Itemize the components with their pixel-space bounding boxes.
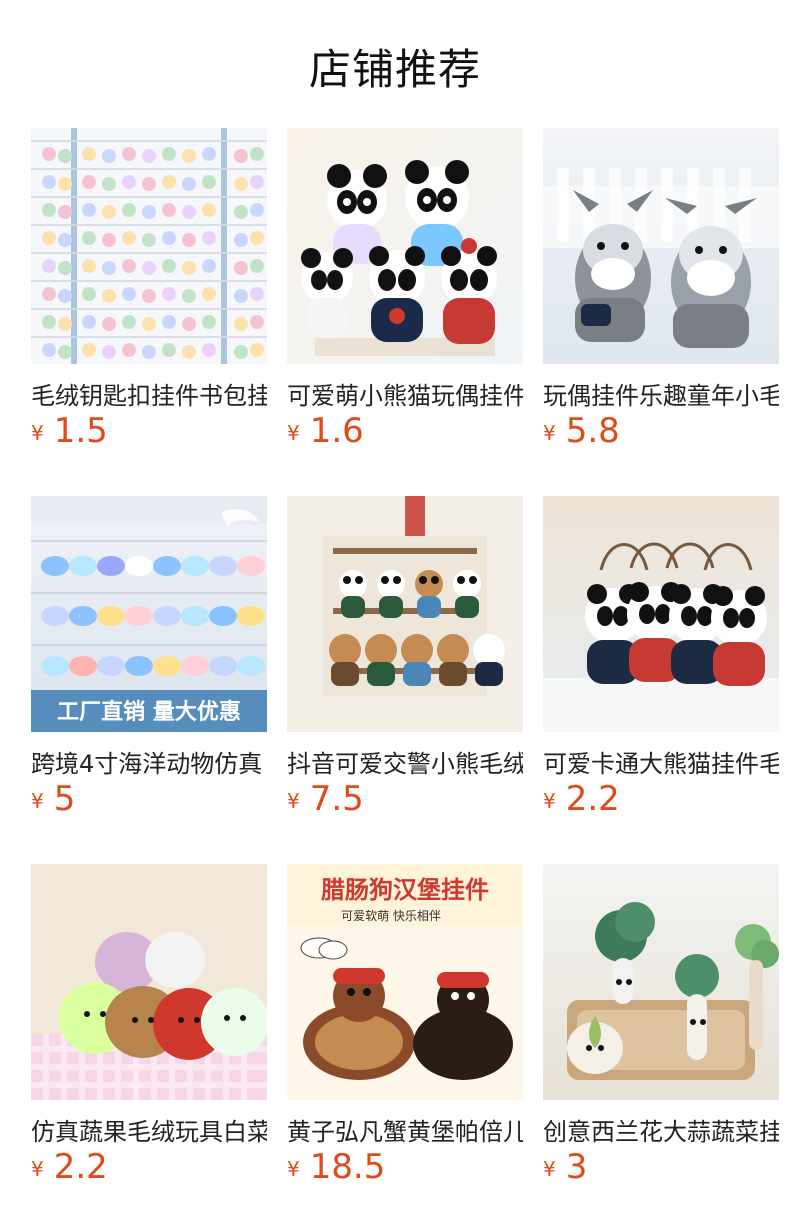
product-name[interactable]: 跨境4寸海洋动物仿真 bbox=[31, 744, 267, 779]
product-image[interactable] bbox=[543, 496, 779, 732]
currency-symbol: ¥ bbox=[543, 789, 556, 813]
product-image[interactable] bbox=[543, 864, 779, 1100]
currency-symbol: ¥ bbox=[543, 421, 556, 445]
promo-banner-text: 工厂直销 量大优惠 bbox=[57, 699, 241, 725]
price-value: 5.8 bbox=[565, 411, 620, 451]
product-card[interactable]: 可爱卡通大熊猫挂件毛绒 ¥ 2.2 bbox=[543, 496, 779, 816]
product-card[interactable]: 玩偶挂件乐趣童年小毛驴 ¥ 5.8 bbox=[543, 128, 779, 448]
currency-symbol: ¥ bbox=[287, 1157, 300, 1181]
product-name[interactable]: 抖音可爱交警小熊毛绒 bbox=[287, 744, 523, 779]
price-value: 2.2 bbox=[565, 779, 620, 819]
price-value: 18.5 bbox=[309, 1147, 386, 1187]
product-name[interactable]: 黄子弘凡蟹黄堡帕倍儿 bbox=[287, 1112, 523, 1147]
product-name[interactable]: 可爱卡通大熊猫挂件毛绒 bbox=[543, 744, 779, 779]
currency-symbol: ¥ bbox=[31, 1157, 44, 1181]
product-image[interactable] bbox=[31, 864, 267, 1100]
price: ¥ 5 bbox=[31, 782, 267, 826]
price-value: 7.5 bbox=[309, 779, 364, 819]
price-value: 3 bbox=[565, 1147, 588, 1187]
price-value: 1.6 bbox=[309, 411, 364, 451]
price-value: 2.2 bbox=[53, 1147, 108, 1187]
product-image[interactable] bbox=[543, 128, 779, 364]
price: ¥ 1.5 bbox=[31, 414, 267, 458]
price: ¥ 1.6 bbox=[287, 414, 523, 458]
product-name[interactable]: 可爱萌小熊猫玩偶挂件 bbox=[287, 376, 523, 411]
product-card[interactable]: 腊肠狗汉堡挂件 可爱软萌 快乐相伴 黄子弘凡蟹黄堡帕倍儿 ¥ 18.5 bbox=[287, 864, 523, 1184]
product-card[interactable]: 抖音可爱交警小熊毛绒 ¥ 7.5 bbox=[287, 496, 523, 816]
currency-symbol: ¥ bbox=[31, 789, 44, 813]
currency-symbol: ¥ bbox=[31, 421, 44, 445]
price: ¥ 2.2 bbox=[543, 782, 779, 826]
product-name[interactable]: 创意西兰花大蒜蔬菜挂件 bbox=[543, 1112, 779, 1147]
page: 店铺推荐 毛绒钥匙扣挂件书包挂 ¥ 1.5 可爱萌小熊猫玩偶挂件 ¥ 1.6 玩… bbox=[0, 0, 790, 1232]
product-name[interactable]: 毛绒钥匙扣挂件书包挂 bbox=[31, 376, 267, 411]
product-image[interactable] bbox=[287, 128, 523, 364]
product-card[interactable]: 毛绒钥匙扣挂件书包挂 ¥ 1.5 bbox=[31, 128, 267, 448]
product-card[interactable]: 仿真蔬果毛绒玩具白菜 ¥ 2.2 bbox=[31, 864, 267, 1184]
product-name[interactable]: 玩偶挂件乐趣童年小毛驴 bbox=[543, 376, 779, 411]
product-image[interactable]: 腊肠狗汉堡挂件 可爱软萌 快乐相伴 bbox=[287, 864, 523, 1100]
price: ¥ 5.8 bbox=[543, 414, 779, 458]
currency-symbol: ¥ bbox=[287, 789, 300, 813]
currency-symbol: ¥ bbox=[287, 421, 300, 445]
price: ¥ 2.2 bbox=[31, 1150, 267, 1194]
price: ¥ 7.5 bbox=[287, 782, 523, 826]
price-value: 5 bbox=[53, 779, 76, 819]
product-image[interactable]: 工厂直销 量大优惠 bbox=[31, 496, 267, 732]
price: ¥ 18.5 bbox=[287, 1150, 523, 1194]
product-name[interactable]: 仿真蔬果毛绒玩具白菜 bbox=[31, 1112, 267, 1147]
currency-symbol: ¥ bbox=[543, 1157, 556, 1181]
product-card[interactable]: 可爱萌小熊猫玩偶挂件 ¥ 1.6 bbox=[287, 128, 523, 448]
page-title: 店铺推荐 bbox=[308, 45, 481, 94]
product-card[interactable]: 工厂直销 量大优惠 跨境4寸海洋动物仿真 ¥ 5 bbox=[31, 496, 267, 816]
product-grid: 毛绒钥匙扣挂件书包挂 ¥ 1.5 可爱萌小熊猫玩偶挂件 ¥ 1.6 玩偶挂件乐趣… bbox=[31, 128, 779, 1184]
image-headline-text: 腊肠狗汉堡挂件 bbox=[320, 876, 489, 904]
price-value: 1.5 bbox=[53, 411, 108, 451]
product-image[interactable] bbox=[31, 128, 267, 364]
product-image[interactable] bbox=[287, 496, 523, 732]
image-subline-text: 可爱软萌 快乐相伴 bbox=[341, 909, 441, 923]
product-card[interactable]: 创意西兰花大蒜蔬菜挂件 ¥ 3 bbox=[543, 864, 779, 1184]
price: ¥ 3 bbox=[543, 1150, 779, 1194]
